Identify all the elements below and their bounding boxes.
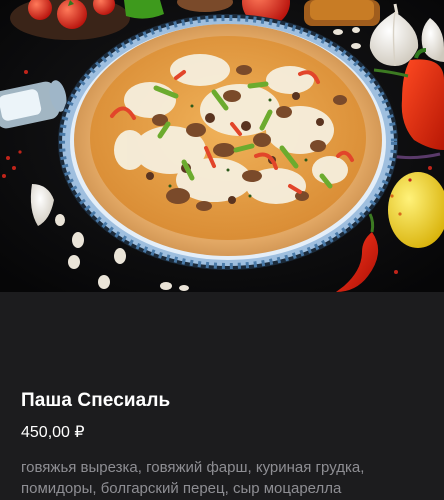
green-pepper — [124, 0, 164, 19]
pizza-photo — [0, 0, 444, 292]
product-title: Паша Спесиаль — [21, 390, 171, 411]
product-price: 450,00 ₽ — [21, 424, 85, 441]
product-screen: Паша Спесиаль 450,00 ₽ говяжья вырезка, … — [0, 0, 444, 500]
product-image[interactable] — [0, 0, 444, 292]
product-description: говяжья вырезка, говяжий фарш, куриная г… — [21, 459, 365, 497]
product-info: Паша Спесиаль 450,00 ₽ говяжья вырезка, … — [0, 364, 444, 500]
image-spacer — [0, 292, 444, 364]
pizza — [74, 24, 382, 256]
